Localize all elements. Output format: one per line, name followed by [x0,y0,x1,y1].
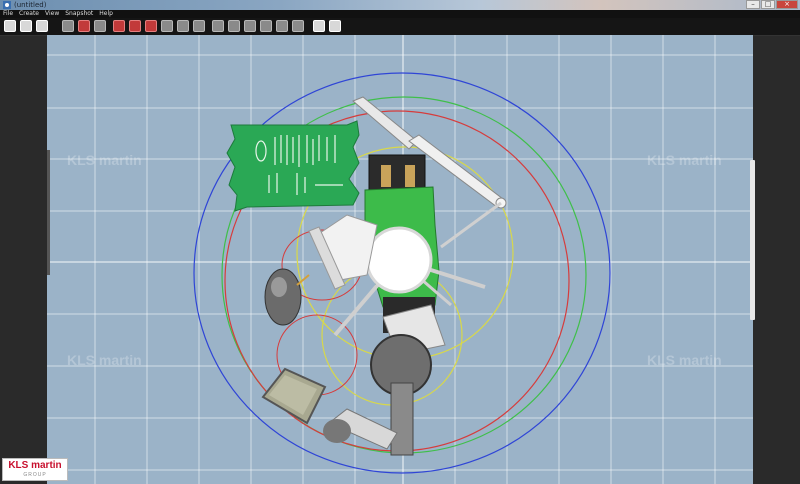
app-icon [3,1,11,9]
view-front-button[interactable] [228,20,240,32]
left-splitter-handle[interactable] [47,150,50,275]
toolbar [0,18,800,36]
menu-file[interactable]: File [3,10,13,18]
grid-toggle-button[interactable] [113,20,125,32]
menu-bar: File Create View Snapshot Help [0,10,800,18]
watermark-3: KLS martin [67,352,142,368]
move-tool-button[interactable] [78,20,90,32]
new-file-button[interactable] [4,20,16,32]
save-file-button[interactable] [36,20,48,32]
right-scroll-handle[interactable] [750,160,755,320]
snapshot-button[interactable] [313,20,325,32]
rotate-left-button[interactable] [161,20,173,32]
monitor-cart[interactable] [261,367,327,425]
measure-tool-button[interactable] [94,20,106,32]
add-lamp-button[interactable] [145,20,157,32]
watermark-2: KLS martin [647,152,722,168]
instrument-table[interactable] [226,120,360,212]
watermark-4: KLS martin [647,352,722,368]
menu-view[interactable]: View [45,10,59,18]
maximize-button[interactable]: □ [761,0,775,9]
view-side-button[interactable] [244,20,256,32]
title-bar: (untitled) – □ × [0,0,800,10]
menu-help[interactable]: Help [99,10,113,18]
logo-subtext: GROUP [23,472,47,478]
view-iso-button[interactable] [260,20,272,32]
menu-snapshot[interactable]: Snapshot [65,10,93,18]
kls-martin-logo: KLS martin GROUP [2,458,68,481]
view-reset-button[interactable] [292,20,304,32]
snapshot-export-button[interactable] [329,20,341,32]
minimize-button[interactable]: – [746,0,760,9]
close-button[interactable]: × [776,0,798,9]
room-viewport[interactable]: KLS martin KLS martin KLS martin KLS mar… [47,35,753,484]
open-file-button[interactable] [20,20,32,32]
anesthesia-chair[interactable] [308,214,378,290]
add-table-button[interactable] [129,20,141,32]
select-tool-button[interactable] [62,20,74,32]
rotate-right-button[interactable] [177,20,189,32]
menu-create[interactable]: Create [19,10,39,18]
mirror-button[interactable] [193,20,205,32]
scene[interactable]: KLS martin KLS martin KLS martin KLS mar… [47,35,753,484]
watermark-1: KLS martin [67,152,142,168]
anesthesia-device[interactable] [264,268,310,326]
logo-text: KLS martin [8,460,62,471]
view-top-button[interactable] [212,20,224,32]
view-perspective-button[interactable] [276,20,288,32]
window-title: (untitled) [14,1,47,9]
